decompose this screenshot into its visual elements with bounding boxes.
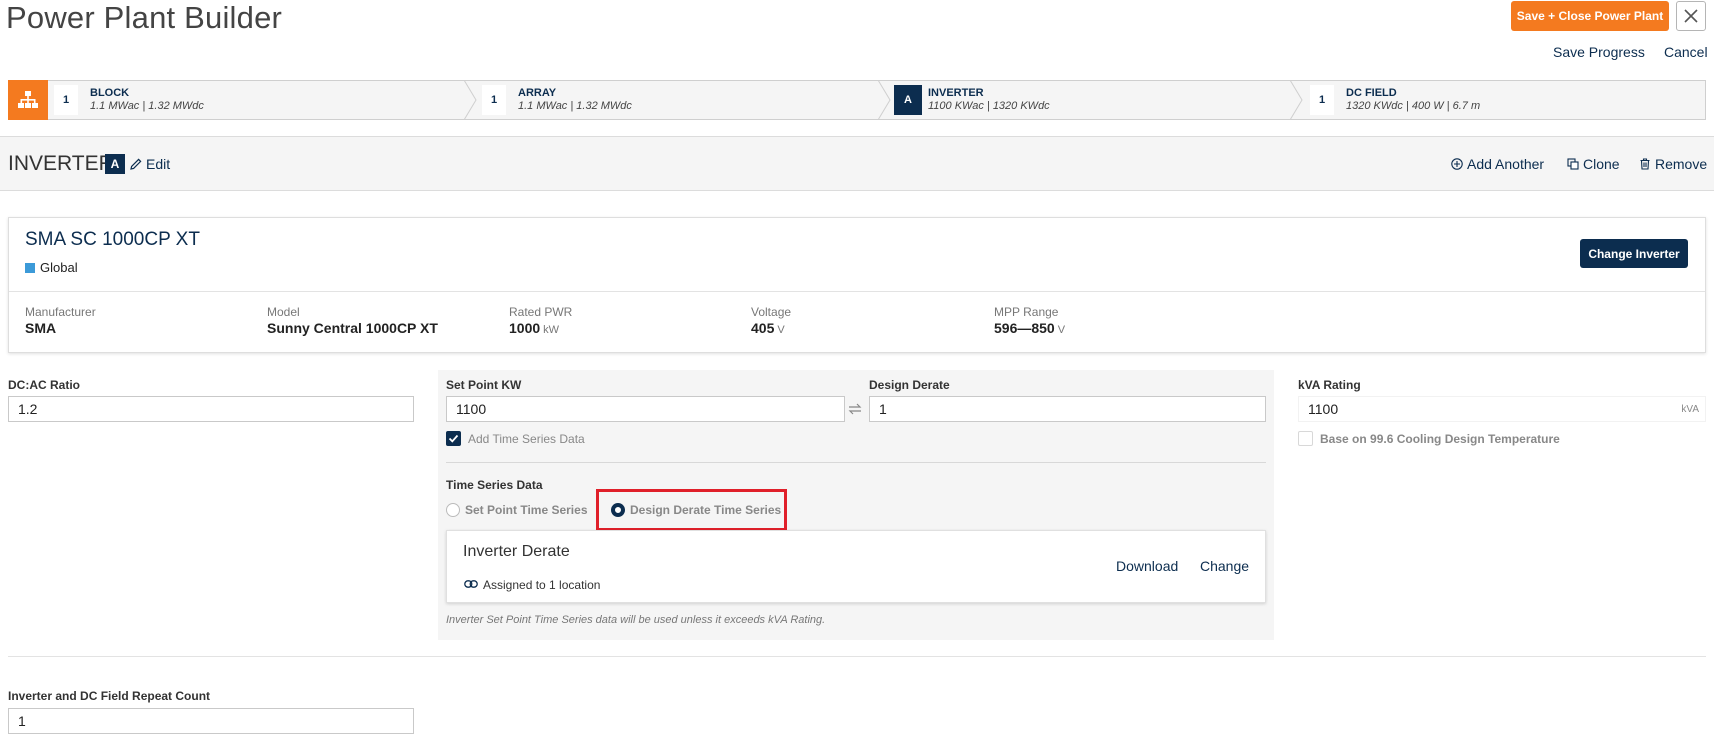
edit-button[interactable]: Edit [130,156,170,172]
crumb-name: DC FIELD [1346,87,1397,99]
add-another-label: Add Another [1467,156,1545,172]
plant-hierarchy-button[interactable] [8,80,48,120]
crumb-dc-field[interactable]: 1 DC FIELD 1320 KWdc | 400 W | 6.7 m [1310,80,1480,120]
spec-value-rated-pwr: 1000 kW [509,320,560,336]
crumb-inverter[interactable]: A INVERTER 1100 KWac | 1320 KWdc [894,80,1050,120]
form-divider [8,656,1706,657]
pencil-icon [130,158,142,170]
add-time-series-checkbox[interactable] [446,431,461,446]
edit-label: Edit [146,156,171,172]
close-button[interactable] [1676,1,1706,31]
cooling-temp-label: Base on 99.6 Cooling Design Temperature [1320,432,1560,446]
crumb-name: BLOCK [90,87,130,99]
change-inverter-button[interactable]: Change Inverter [1580,239,1688,268]
clone-button[interactable]: Clone [1567,156,1620,172]
chevron-right-icon [877,80,891,120]
spec-label-mpp-range: MPP Range [994,305,1059,319]
remove-label: Remove [1655,156,1708,172]
set-point-time-series-radio[interactable] [446,503,460,517]
spec-value-manufacturer: SMA [25,320,57,336]
change-derate-link[interactable]: Change [1200,558,1249,574]
design-derate-label: Design Derate [869,378,950,392]
card-divider [9,291,1705,292]
chevron-right-icon [1289,80,1303,120]
repeat-count-input[interactable]: 1 [8,708,414,734]
inverter-card [8,217,1706,353]
dc-ac-ratio-label: DC:AC Ratio [8,378,80,392]
crumb-detail: 1.1 MWac | 1.32 MWdc [90,100,204,112]
page-title: Power Plant Builder [6,0,283,35]
kva-rating-value: 1100 [1308,401,1339,417]
time-series-note: Inverter Set Point Time Series data will… [446,614,826,626]
cancel-link[interactable]: Cancel [1664,44,1708,60]
spec-value-mpp-range: 596—850 V [994,320,1066,336]
spec-label-rated-pwr: Rated PWR [509,305,573,319]
checkmark-icon [448,434,459,443]
plus-circle-icon [1451,158,1463,170]
spec-label-manufacturer: Manufacturer [25,305,96,319]
crumb-number: 1 [54,85,78,115]
remove-button[interactable]: Remove [1639,156,1707,172]
unit-label: kW [543,324,560,336]
crumb-name: INVERTER [928,87,984,99]
spec-value-model: Sunny Central 1000CP XT [267,320,438,336]
crumb-detail: 1.1 MWac | 1.32 MWdc [518,100,632,112]
derate-card-title: Inverter Derate [463,543,570,560]
spec-label-model: Model [267,305,300,319]
kva-unit-label: kVA [1681,403,1699,415]
crumb-detail: 1100 KWac | 1320 KWdc [928,100,1050,112]
kva-rating-label: kVA Rating [1298,378,1361,392]
highlight-box [596,489,787,531]
save-close-button[interactable]: Save + Close Power Plant [1511,1,1669,31]
dc-ac-ratio-input[interactable]: 1.2 [8,396,414,422]
clone-icon [1567,158,1579,170]
spec-value-voltage: 405 V [751,320,785,336]
crumb-number: 1 [1310,85,1334,115]
set-point-kw-input[interactable]: 1100 [446,396,845,422]
crumb-array[interactable]: 1 ARRAY 1.1 MWac | 1.32 MWdc [482,80,632,120]
clone-label: Clone [1583,156,1620,172]
chevron-right-icon [463,80,477,120]
swap-arrows-icon[interactable] [848,402,862,416]
set-point-kw-label: Set Point KW [446,378,522,392]
crumb-detail: 1320 KWdc | 400 W | 6.7 m [1346,100,1481,112]
scope-tag: Global [25,260,78,275]
crumb-number: 1 [482,85,506,115]
inverter-name: SMA SC 1000CP XT [25,229,200,250]
link-icon [464,580,478,588]
panel-divider [446,462,1266,463]
download-link[interactable]: Download [1116,558,1178,574]
close-icon [1684,9,1698,23]
scope-label: Global [40,260,78,275]
unit-label: V [1057,324,1066,336]
add-another-button[interactable]: Add Another [1451,156,1544,172]
assigned-location-text: Assigned to 1 location [483,578,601,592]
save-progress-link[interactable]: Save Progress [1553,44,1645,60]
kva-rating-input[interactable]: 1100 kVA [1298,396,1706,422]
add-time-series-label: Add Time Series Data [468,432,585,446]
hierarchy-icon [18,91,38,108]
crumb-block[interactable]: 1 BLOCK 1.1 MWac | 1.32 MWdc [54,80,204,120]
set-point-time-series-label[interactable]: Set Point Time Series [465,503,588,517]
design-derate-input[interactable]: 1 [869,396,1266,422]
time-series-label: Time Series Data [446,478,543,492]
cooling-temp-checkbox[interactable] [1298,431,1313,446]
crumb-name: ARRAY [518,87,557,99]
crumb-number: A [894,85,922,115]
unit-label: V [777,324,785,336]
section-badge: A [105,154,125,174]
section-title: INVERTER [8,152,114,175]
spec-label-voltage: Voltage [751,305,792,319]
repeat-count-label: Inverter and DC Field Repeat Count [8,689,211,703]
trash-icon [1640,158,1650,170]
global-square-icon [25,262,35,273]
